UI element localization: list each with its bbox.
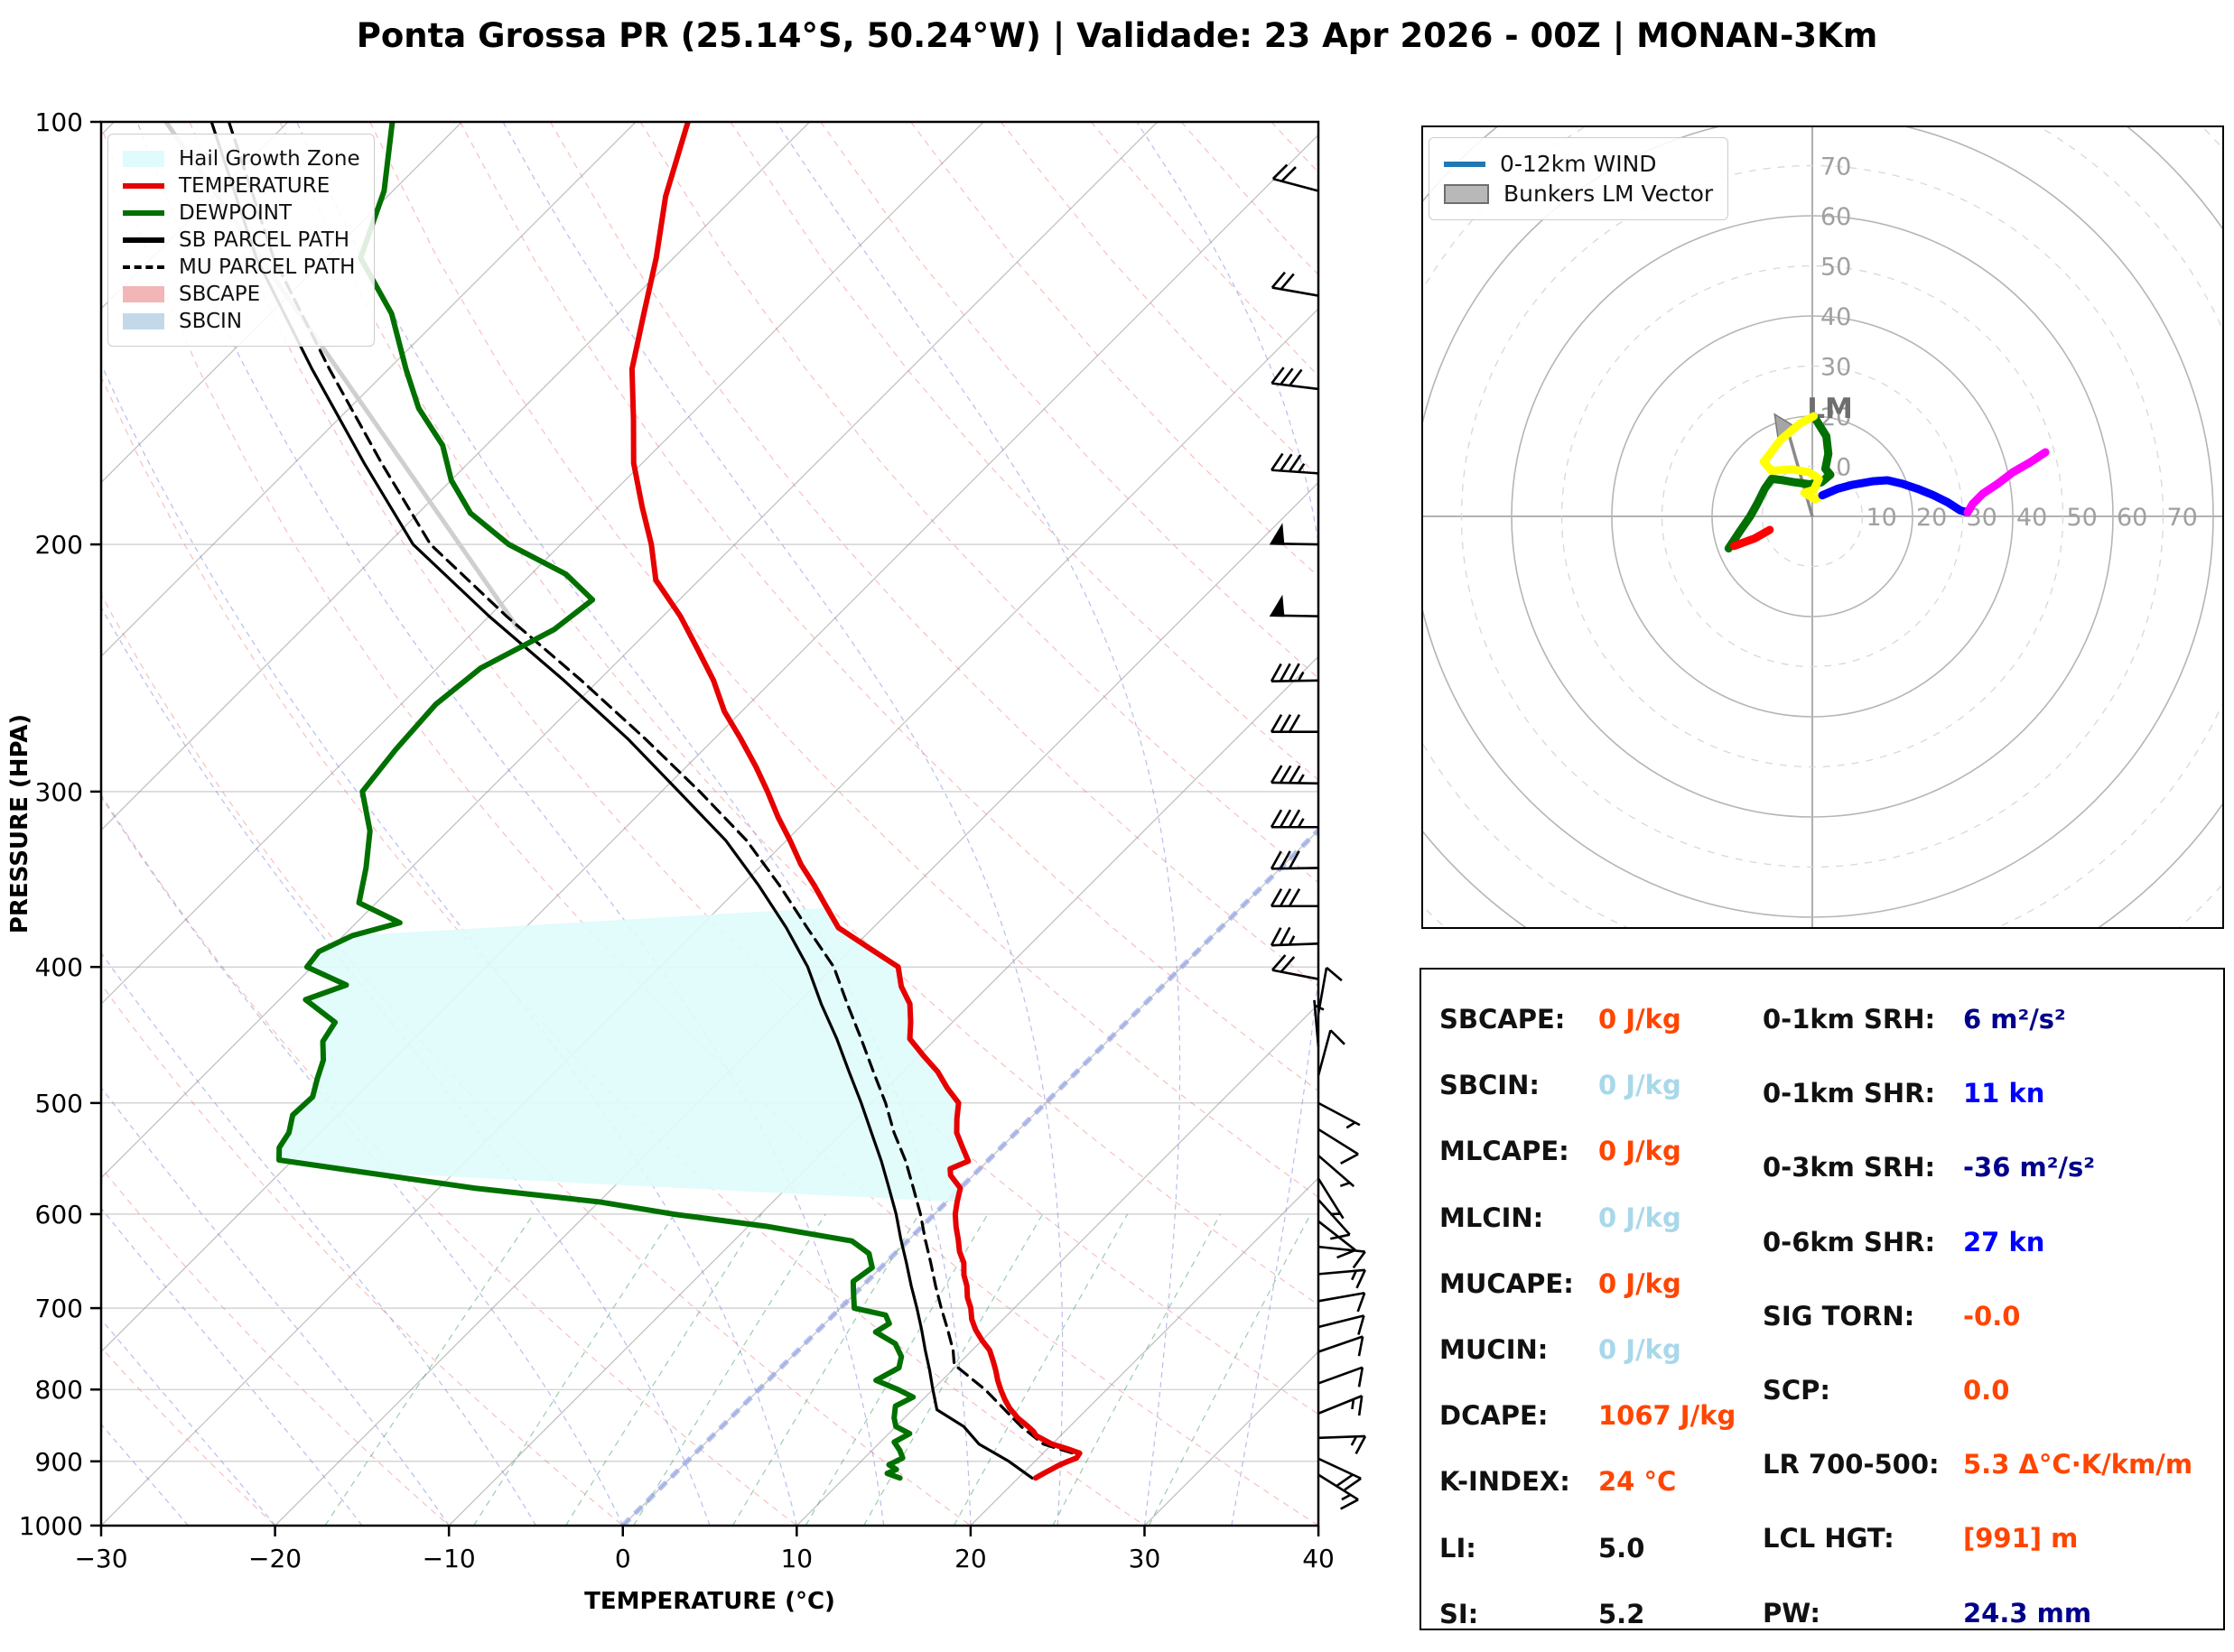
skewt-legend: Hail Growth Zone TEMPERATURE DEWPOINT SB PA… <box>107 134 375 347</box>
legend-item: DEWPOINT <box>123 201 359 225</box>
temperature-tick-label: 0 <box>615 1544 631 1573</box>
hodo-ring-label: 50 <box>2067 504 2098 532</box>
hodo-ring-label: 70 <box>1820 153 1851 181</box>
index-value: 5.0 <box>1598 1533 1644 1564</box>
index-label: LCL HGT: <box>1763 1523 1894 1554</box>
index-label: K-INDEX: <box>1439 1466 1570 1497</box>
temperature-tick-label: −20 <box>248 1544 302 1573</box>
temperature-tick-label: 20 <box>954 1544 987 1573</box>
temperature-tick-label: 40 <box>1302 1544 1335 1573</box>
pressure-tick-label: 400 <box>35 952 83 982</box>
index-label: LI: <box>1439 1533 1476 1564</box>
index-label: 0-3km SRH: <box>1763 1152 1935 1183</box>
index-value: 27 kn <box>1963 1227 2044 1258</box>
index-value: 0 J/kg <box>1598 1268 1681 1299</box>
legend-item: SBCIN <box>123 310 359 333</box>
legend-line-swatch <box>1444 162 1485 167</box>
pressure-tick-label: 700 <box>35 1294 83 1323</box>
legend-item: TEMPERATURE <box>123 174 359 198</box>
index-label: SBCIN: <box>1439 1070 1540 1100</box>
legend-line-swatch <box>123 183 164 189</box>
index-label: MLCAPE: <box>1439 1136 1569 1166</box>
hodo-ring-label: 40 <box>1820 303 1851 331</box>
temperature-line <box>632 122 1080 1478</box>
x-axis-title: TEMPERATURE (°C) <box>584 1588 835 1615</box>
legend-item: SBCAPE <box>123 283 359 306</box>
temperature-tick-label: −30 <box>74 1544 127 1573</box>
index-label: DCAPE: <box>1439 1400 1548 1431</box>
index-label: MUCAPE: <box>1439 1268 1574 1299</box>
index-label: 0-1km SRH: <box>1763 1004 1935 1035</box>
hodograph-legend: 0-12km WIND Bunkers LM Vector <box>1429 137 1728 220</box>
index-value: 1067 J/kg <box>1598 1400 1736 1431</box>
index-label: SCP: <box>1763 1375 1830 1406</box>
legend-item: Hail Growth Zone <box>123 147 359 171</box>
legend-item: SB PARCEL PATH <box>123 228 359 252</box>
index-label: SBCAPE: <box>1439 1004 1565 1035</box>
hodo-ring-label: 60 <box>2117 504 2147 532</box>
legend-patch-swatch <box>1444 184 1489 204</box>
index-label: LR 700-500: <box>1763 1449 1940 1480</box>
legend-item: MU PARCEL PATH <box>123 255 359 279</box>
index-label: MUCIN: <box>1439 1334 1548 1365</box>
pressure-tick-label: 800 <box>35 1375 83 1405</box>
legend-line-swatch <box>123 210 164 216</box>
hodo-ring-label: 30 <box>1820 354 1851 382</box>
hodo-ring-label: 20 <box>1916 504 1947 532</box>
hodograph-axes-box <box>1422 126 2223 928</box>
index-value: [991] m <box>1963 1523 2078 1554</box>
index-value: -0.0 <box>1963 1301 2020 1332</box>
legend-item: Bunkers LM Vector <box>1444 181 1713 207</box>
pressure-tick-label: 200 <box>35 530 83 560</box>
index-value: 0 J/kg <box>1598 1202 1681 1233</box>
index-value: 24 °C <box>1598 1466 1676 1497</box>
temperature-tick-label: 30 <box>1129 1544 1161 1573</box>
index-value: 5.2 <box>1598 1599 1644 1629</box>
hodo-ring-label: 10 <box>1866 504 1897 532</box>
index-value: 5.3 Δ°C·K/km/m <box>1963 1449 2192 1480</box>
index-value: 0 J/kg <box>1598 1334 1681 1365</box>
pressure-tick-label: 100 <box>35 107 83 137</box>
index-value: 0 J/kg <box>1598 1070 1681 1100</box>
index-value: 24.3 mm <box>1963 1598 2091 1629</box>
index-value: 0.0 <box>1963 1375 2009 1406</box>
pressure-tick-label: 600 <box>35 1200 83 1230</box>
legend-dash-swatch <box>123 265 164 269</box>
legend-line-swatch <box>123 237 164 243</box>
legend-patch-swatch <box>123 286 164 302</box>
hodo-ring-label: 40 <box>2016 504 2047 532</box>
index-value: -36 m²/s² <box>1963 1152 2095 1183</box>
hodo-ring-label: 50 <box>1820 254 1851 282</box>
y-axis-title: PRESSURE (HPA) <box>6 714 33 933</box>
hodo-ring-label: 70 <box>2167 504 2198 532</box>
pressure-tick-label: 900 <box>35 1447 83 1477</box>
indices-panel: SBCAPE: 0 J/kg SBCIN: 0 J/kg MLCAPE: 0 J/kg ML… <box>1420 968 2225 1630</box>
sounding-dashboard: Ponta Grossa PR (25.14°S, 50.24°W) | Val… <box>0 0 2234 1652</box>
pressure-tick-label: 300 <box>35 777 83 807</box>
temperature-tick-label: 10 <box>780 1544 813 1573</box>
legend-patch-swatch <box>123 313 164 329</box>
legend-item: 0-12km WIND <box>1444 151 1713 177</box>
index-label: SI: <box>1439 1599 1478 1629</box>
index-value: 11 kn <box>1963 1078 2044 1109</box>
pressure-tick-label: 500 <box>35 1089 83 1118</box>
index-value: 0 J/kg <box>1598 1004 1681 1035</box>
temperature-tick-label: −10 <box>423 1544 476 1573</box>
index-value: 6 m²/s² <box>1963 1004 2066 1035</box>
index-label: 0-6km SHR: <box>1763 1227 1935 1258</box>
index-label: SIG TORN: <box>1763 1301 1914 1332</box>
hodo-ring-label: 60 <box>1820 203 1851 231</box>
index-value: 0 J/kg <box>1598 1136 1681 1166</box>
legend-patch-swatch <box>123 151 164 167</box>
hail-growth-zone <box>279 908 968 1202</box>
index-label: PW: <box>1763 1598 1820 1629</box>
pressure-tick-label: 1000 <box>19 1511 83 1541</box>
index-label: 0-1km SHR: <box>1763 1078 1935 1109</box>
index-label: MLCIN: <box>1439 1202 1543 1233</box>
